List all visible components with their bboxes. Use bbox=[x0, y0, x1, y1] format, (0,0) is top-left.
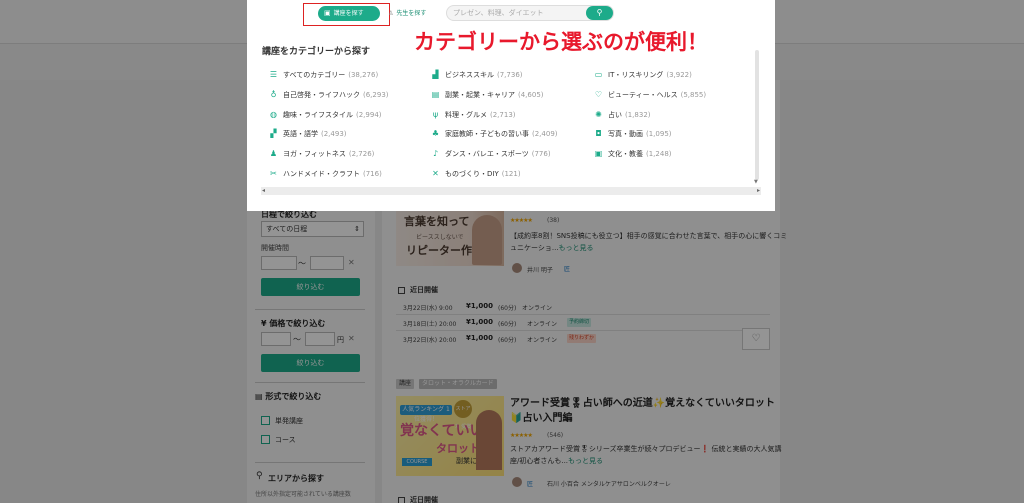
category-count: (1,832) bbox=[625, 111, 651, 119]
globe-icon: ◍ bbox=[270, 110, 277, 119]
category-item[interactable]: ♪ ダンス・バレエ・スポーツ (776) bbox=[430, 149, 551, 161]
lightbulb-icon: ♁ bbox=[270, 90, 277, 99]
category-label: ものづくり・DIY bbox=[445, 170, 499, 178]
category-label: ダンス・バレエ・スポーツ bbox=[445, 150, 529, 158]
category-label: 文化・教養 bbox=[608, 150, 643, 158]
person-icon: ♙ bbox=[388, 10, 394, 17]
category-item[interactable]: ✕ ものづくり・DIY (121) bbox=[430, 169, 521, 181]
list-icon: ☰ bbox=[269, 70, 278, 79]
scroll-left-icon[interactable]: ◂ bbox=[262, 187, 265, 194]
category-label: 家庭教師・子どもの習い事 bbox=[445, 130, 529, 138]
laptop-icon: ▭ bbox=[594, 70, 603, 79]
category-count: (2,713) bbox=[490, 111, 516, 119]
search-button[interactable]: ⚲ bbox=[586, 6, 613, 20]
scroll-down-icon[interactable]: ▼ bbox=[754, 179, 758, 185]
category-item[interactable]: ♟ ヨガ・フィットネス (2,726) bbox=[268, 149, 374, 161]
category-item[interactable]: ♣ 家庭教師・子どもの習い事 (2,409) bbox=[430, 129, 558, 141]
category-item[interactable]: ▞ 英語・語学 (2,493) bbox=[268, 129, 347, 141]
category-label: すべてのカテゴリー bbox=[283, 71, 346, 79]
find-teacher-link[interactable]: ♙ 先生を探す bbox=[388, 8, 426, 17]
find-teacher-label: 先生を探す bbox=[396, 10, 427, 17]
category-count: (1,095) bbox=[646, 130, 672, 138]
heart-pulse-icon: ♡ bbox=[594, 90, 603, 99]
tools-icon: ✕ bbox=[432, 169, 439, 178]
category-count: (2,994) bbox=[356, 111, 382, 119]
category-count: (38,276) bbox=[348, 71, 379, 79]
highlight-box bbox=[303, 3, 390, 26]
horizontal-scrollbar[interactable]: ◂ ▸ bbox=[261, 187, 761, 195]
category-label: ビューティー・ヘルス bbox=[608, 91, 678, 99]
scissors-icon: ✂ bbox=[270, 169, 277, 178]
category-item[interactable]: ◘ 写真・動画 (1,095) bbox=[593, 129, 672, 141]
category-count: (121) bbox=[501, 170, 521, 178]
scroll-right-icon[interactable]: ▸ bbox=[757, 187, 760, 194]
category-label: IT・リスキリング bbox=[608, 71, 664, 79]
category-item[interactable]: ▭ IT・リスキリング (3,922) bbox=[593, 70, 692, 82]
category-count: (776) bbox=[531, 150, 551, 158]
category-count: (6,293) bbox=[363, 91, 389, 99]
category-item[interactable]: ♡ ビューティー・ヘルス (5,855) bbox=[593, 90, 706, 102]
category-label: 英語・語学 bbox=[283, 130, 318, 138]
category-count: (3,922) bbox=[666, 71, 692, 79]
category-label: 料理・グルメ bbox=[445, 111, 487, 119]
family-icon: ♣ bbox=[431, 129, 440, 138]
category-label: 副業・起業・キャリア bbox=[445, 91, 515, 99]
category-count: (716) bbox=[363, 170, 382, 178]
category-count: (7,736) bbox=[497, 71, 523, 79]
category-item[interactable]: ▤ 副業・起業・キャリア (4,605) bbox=[430, 90, 544, 102]
scroll-thumb[interactable] bbox=[755, 50, 759, 180]
category-label: 趣味・ライフスタイル bbox=[283, 111, 353, 119]
category-label: ヨガ・フィットネス bbox=[283, 150, 346, 158]
category-label: 自己啓発・ライフハック bbox=[283, 91, 360, 99]
category-count: (4,605) bbox=[518, 91, 544, 99]
category-item[interactable]: ♁ 自己啓発・ライフハック (6,293) bbox=[268, 90, 389, 102]
chart-icon: ▟ bbox=[432, 70, 439, 79]
category-item[interactable]: ☰ すべてのカテゴリー (38,276) bbox=[268, 70, 378, 82]
category-label: ハンドメイド・クラフト bbox=[283, 170, 360, 178]
search-icon: ⚲ bbox=[596, 8, 603, 17]
category-label: 占い bbox=[608, 111, 622, 119]
category-item[interactable]: ▟ ビジネススキル (7,736) bbox=[430, 70, 523, 82]
vertical-scrollbar[interactable]: ▼ bbox=[753, 50, 761, 187]
category-label: ビジネススキル bbox=[445, 71, 494, 79]
category-item[interactable]: ◍ 趣味・ライフスタイル (2,994) bbox=[268, 110, 382, 122]
search-input[interactable] bbox=[453, 6, 583, 20]
category-item[interactable]: ✺ 占い (1,832) bbox=[593, 110, 651, 122]
cutlery-icon: ψ bbox=[432, 110, 439, 119]
book-icon: ▣ bbox=[594, 149, 603, 158]
category-count: (2,726) bbox=[348, 150, 375, 158]
category-item[interactable]: ▣ 文化・教養 (1,248) bbox=[593, 149, 672, 161]
category-count: (2,409) bbox=[532, 130, 558, 138]
yoga-icon: ♟ bbox=[269, 149, 278, 158]
briefcase-icon: ▤ bbox=[431, 90, 440, 99]
camera-icon: ◘ bbox=[595, 129, 602, 138]
category-item[interactable]: ψ 料理・グルメ (2,713) bbox=[430, 110, 516, 122]
category-count: (2,493) bbox=[321, 130, 347, 138]
fortune-icon: ✺ bbox=[595, 110, 602, 119]
category-label: 写真・動画 bbox=[608, 130, 643, 138]
category-count: (1,248) bbox=[646, 150, 672, 158]
chat-bubbles-icon: ▞ bbox=[270, 129, 277, 138]
category-count: (5,855) bbox=[680, 91, 707, 99]
annotation-text: カテゴリーから選ぶのが便利！ bbox=[414, 30, 708, 54]
category-item[interactable]: ✂ ハンドメイド・クラフト (716) bbox=[268, 169, 382, 181]
dance-icon: ♪ bbox=[432, 149, 439, 158]
modal-title: 講座をカテゴリーから探す bbox=[262, 47, 371, 57]
